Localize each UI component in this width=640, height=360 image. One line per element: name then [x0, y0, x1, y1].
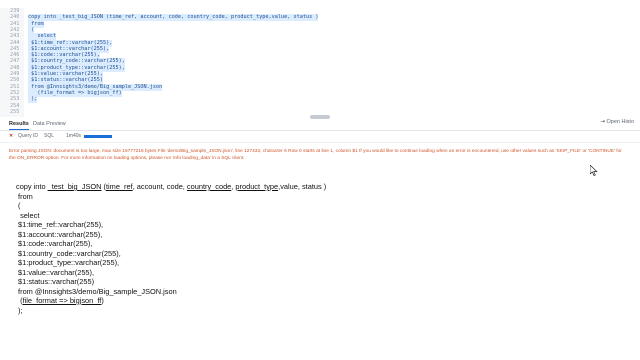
- sql-editor[interactable]: 239 240 copy into _test_big_JSON (time_ref…: [0, 8, 640, 117]
- query-progress-fill: [84, 135, 112, 138]
- snippet-file-format: file_format => bigjson_ff: [22, 296, 102, 305]
- query-progress-bar: [84, 135, 112, 138]
- snippet-column: product_type: [235, 182, 279, 191]
- snippet-text: copy into: [16, 182, 48, 191]
- snippet-text: (: [16, 296, 23, 305]
- mouse-cursor-icon: [590, 165, 598, 176]
- close-icon[interactable]: ✕: [9, 132, 13, 141]
- snippet-closing: );: [16, 305, 23, 315]
- snippet-text: , account, code,: [132, 182, 187, 191]
- snippet-column: country_code: [186, 182, 232, 191]
- results-tabs: Results Data Preview: [0, 118, 640, 131]
- tab-results[interactable]: Results: [9, 119, 29, 130]
- snippet-text: ): [101, 296, 104, 305]
- snippet-table-name: _test_big_JSON: [47, 182, 102, 191]
- query-duration: 1m40s: [66, 133, 82, 139]
- line-number: 255: [10, 108, 20, 115]
- error-message: Error parsing JSON: document is too larg…: [9, 149, 622, 161]
- query-id-link[interactable]: Query ID: [18, 132, 38, 141]
- snippet-column: time_ref: [105, 182, 133, 191]
- open-history-label: Open Histo: [606, 119, 634, 125]
- snippet-text: ,value, status ): [278, 182, 327, 191]
- snippet-body: from ( select $1:time_ref::varchar(255),…: [18, 191, 177, 296]
- query-snippet-overlay: copy into _test_big_JSON ( time_ref, acco…: [16, 182, 416, 315]
- open-history-icon: ⇥: [600, 119, 605, 125]
- sql-link[interactable]: SQL: [44, 132, 54, 141]
- open-history-button[interactable]: ⇥ Open Histo: [600, 119, 634, 125]
- tab-data-preview[interactable]: Data Preview: [33, 119, 66, 129]
